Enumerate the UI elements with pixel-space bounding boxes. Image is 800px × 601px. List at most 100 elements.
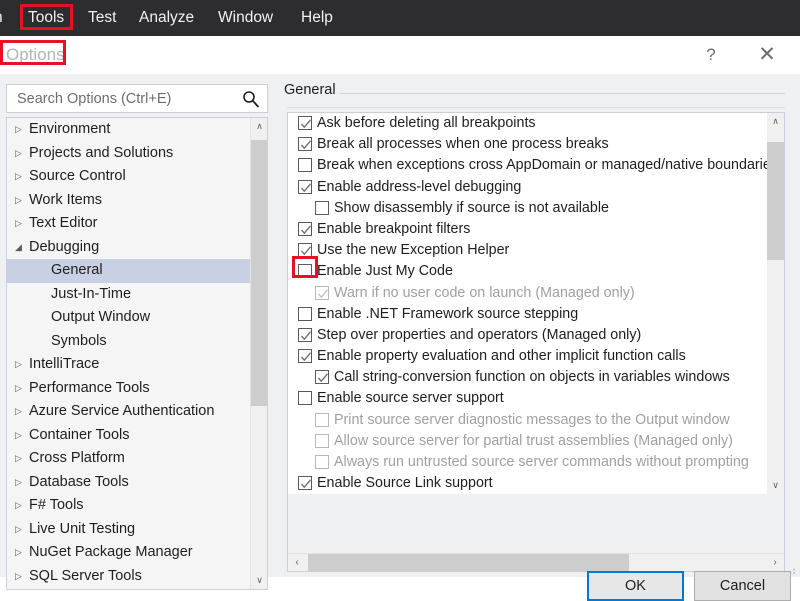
checkbox-unchecked-icon[interactable] (315, 434, 329, 448)
checkbox-unchecked-icon[interactable] (298, 307, 312, 321)
chevron-right-icon[interactable]: ▷ (15, 165, 27, 189)
tree-item-projects-and-solutions[interactable]: ▷Projects and Solutions (7, 142, 251, 166)
menu-item-window[interactable]: Window (216, 0, 275, 36)
tree-item-cross-platform[interactable]: ▷Cross Platform (7, 447, 251, 471)
search-box[interactable] (6, 84, 268, 113)
checkbox-checked-icon[interactable] (298, 243, 312, 257)
tree-item-source-control[interactable]: ▷Source Control (7, 165, 251, 189)
scrollbar-thumb[interactable] (308, 554, 629, 571)
chevron-right-icon[interactable]: ▷ (15, 494, 27, 518)
checkbox-unchecked-icon[interactable] (315, 455, 329, 469)
tree-item-debugging[interactable]: ◢Debugging (7, 236, 251, 260)
cancel-button[interactable]: Cancel (694, 571, 791, 601)
checkbox-checked-icon[interactable] (298, 349, 312, 363)
option-row[interactable]: Enable source server support (288, 388, 767, 409)
chevron-right-icon[interactable]: ▷ (15, 447, 27, 471)
tree-vertical-scrollbar[interactable]: ∧ ∨ (250, 118, 267, 589)
chevron-right-icon[interactable]: ▷ (15, 118, 27, 142)
option-row[interactable]: Enable property evaluation and other imp… (288, 346, 767, 367)
checkbox-checked-icon[interactable] (298, 328, 312, 342)
tree-item-performance-tools[interactable]: ▷Performance Tools (7, 377, 251, 401)
tree-item-live-unit-testing[interactable]: ▷Live Unit Testing (7, 518, 251, 542)
chevron-right-icon[interactable]: ▷ (15, 353, 27, 377)
chevron-right-icon[interactable]: ▷ (15, 377, 27, 401)
chevron-right-icon[interactable]: ▷ (15, 400, 27, 424)
checkbox-unchecked-icon[interactable] (298, 391, 312, 405)
tree-item-azure-service-authentication[interactable]: ▷Azure Service Authentication (7, 400, 251, 424)
checkbox-unchecked-icon[interactable] (315, 201, 329, 215)
help-icon[interactable]: ? (688, 36, 734, 74)
scroll-down-icon[interactable]: ∨ (251, 572, 268, 589)
tree-item-symbols[interactable]: Symbols (7, 330, 251, 354)
option-row[interactable]: Call string-conversion function on objec… (288, 367, 767, 388)
option-row[interactable]: Allow source server for partial trust as… (288, 431, 767, 452)
checkbox-checked-icon[interactable] (315, 370, 329, 384)
option-row[interactable]: Step over properties and operators (Mana… (288, 325, 767, 346)
tree-item-just-in-time[interactable]: Just-In-Time (7, 283, 251, 307)
scrollbar-thumb[interactable] (251, 140, 268, 406)
options-vertical-scrollbar[interactable]: ∧ ∨ (767, 113, 784, 494)
chevron-right-icon[interactable]: ▷ (15, 424, 27, 448)
checkbox-unchecked-icon[interactable] (298, 158, 312, 172)
tree-item-database-tools[interactable]: ▷Database Tools (7, 471, 251, 495)
checkbox-checked-icon[interactable] (298, 116, 312, 130)
option-row[interactable]: Always run untrusted source server comma… (288, 452, 767, 473)
tree-item-output-window[interactable]: Output Window (7, 306, 251, 330)
scroll-right-icon[interactable]: › (766, 554, 784, 571)
tree-item-nuget-package-manager[interactable]: ▷NuGet Package Manager (7, 541, 251, 565)
option-row[interactable]: Enable address-level debugging (288, 177, 767, 198)
close-icon[interactable]: ✕ (744, 36, 790, 74)
scroll-down-icon[interactable]: ∨ (767, 477, 784, 494)
menu-item-test[interactable]: Test (86, 0, 118, 36)
menu-item-tools[interactable]: Tools (26, 0, 66, 36)
tree-item-work-items[interactable]: ▷Work Items (7, 189, 251, 213)
tree-item-general[interactable]: General (7, 259, 251, 283)
menu-item-partial[interactable]: n (0, 0, 5, 36)
option-row[interactable]: Enable breakpoint filters (288, 219, 767, 240)
menu-item-analyze[interactable]: Analyze (137, 0, 196, 36)
option-row[interactable]: Enable Source Link support (288, 473, 767, 494)
search-input[interactable] (15, 85, 233, 112)
option-row[interactable]: Enable Just My Code (288, 261, 767, 282)
chevron-right-icon[interactable]: ▷ (15, 518, 27, 542)
ok-button[interactable]: OK (587, 571, 684, 601)
chevron-right-icon[interactable]: ▷ (15, 565, 27, 589)
option-row[interactable]: Enable .NET Framework source stepping (288, 304, 767, 325)
options-checkbox-list[interactable]: Ask before deleting all breakpoints Break… (288, 113, 767, 494)
tree-list[interactable]: ▷Environment▷Projects and Solutions▷Sour… (7, 118, 251, 589)
option-row[interactable]: Use the new Exception Helper (288, 240, 767, 261)
chevron-right-icon[interactable]: ▷ (15, 471, 27, 495)
chevron-right-icon[interactable]: ▷ (15, 541, 27, 565)
scroll-up-icon[interactable]: ∧ (251, 118, 268, 135)
checkbox-checked-icon[interactable] (298, 180, 312, 194)
checkbox-checked-icon[interactable] (298, 476, 312, 490)
option-row[interactable]: Warn if no user code on launch (Managed … (288, 283, 767, 304)
options-horizontal-scrollbar[interactable]: ‹ › (288, 553, 784, 571)
menu-item-help[interactable]: Help (299, 0, 335, 36)
resize-grip-icon[interactable] (785, 563, 797, 575)
chevron-down-icon[interactable]: ◢ (15, 236, 27, 260)
tree-item-environment[interactable]: ▷Environment (7, 118, 251, 142)
option-row[interactable]: Ask before deleting all breakpoints (288, 113, 767, 134)
scrollbar-thumb[interactable] (767, 142, 784, 260)
tree-item-f-tools[interactable]: ▷F# Tools (7, 494, 251, 518)
option-row[interactable]: Print source server diagnostic messages … (288, 410, 767, 431)
tree-item-container-tools[interactable]: ▷Container Tools (7, 424, 251, 448)
checkbox-unchecked-icon[interactable] (315, 413, 329, 427)
tree-item-sql-server-tools[interactable]: ▷SQL Server Tools (7, 565, 251, 589)
chevron-right-icon[interactable]: ▷ (15, 189, 27, 213)
tree-item-intellitrace[interactable]: ▷IntelliTrace (7, 353, 251, 377)
scroll-left-icon[interactable]: ‹ (288, 554, 306, 571)
option-row[interactable]: Break when exceptions cross AppDomain or… (288, 155, 767, 176)
chevron-right-icon[interactable]: ▷ (15, 212, 27, 236)
chevron-right-icon[interactable]: ▷ (15, 142, 27, 166)
checkbox-checked-icon[interactable] (298, 222, 312, 236)
checkbox-checked-icon[interactable] (315, 286, 329, 300)
checkbox-unchecked-icon[interactable] (298, 264, 312, 278)
option-row[interactable]: Show disassembly if source is not availa… (288, 198, 767, 219)
tree-item-text-editor[interactable]: ▷Text Editor (7, 212, 251, 236)
scroll-up-icon[interactable]: ∧ (767, 113, 784, 130)
options-category-tree[interactable]: ▷Environment▷Projects and Solutions▷Sour… (6, 117, 268, 590)
checkbox-checked-icon[interactable] (298, 137, 312, 151)
search-icon[interactable] (241, 89, 261, 109)
